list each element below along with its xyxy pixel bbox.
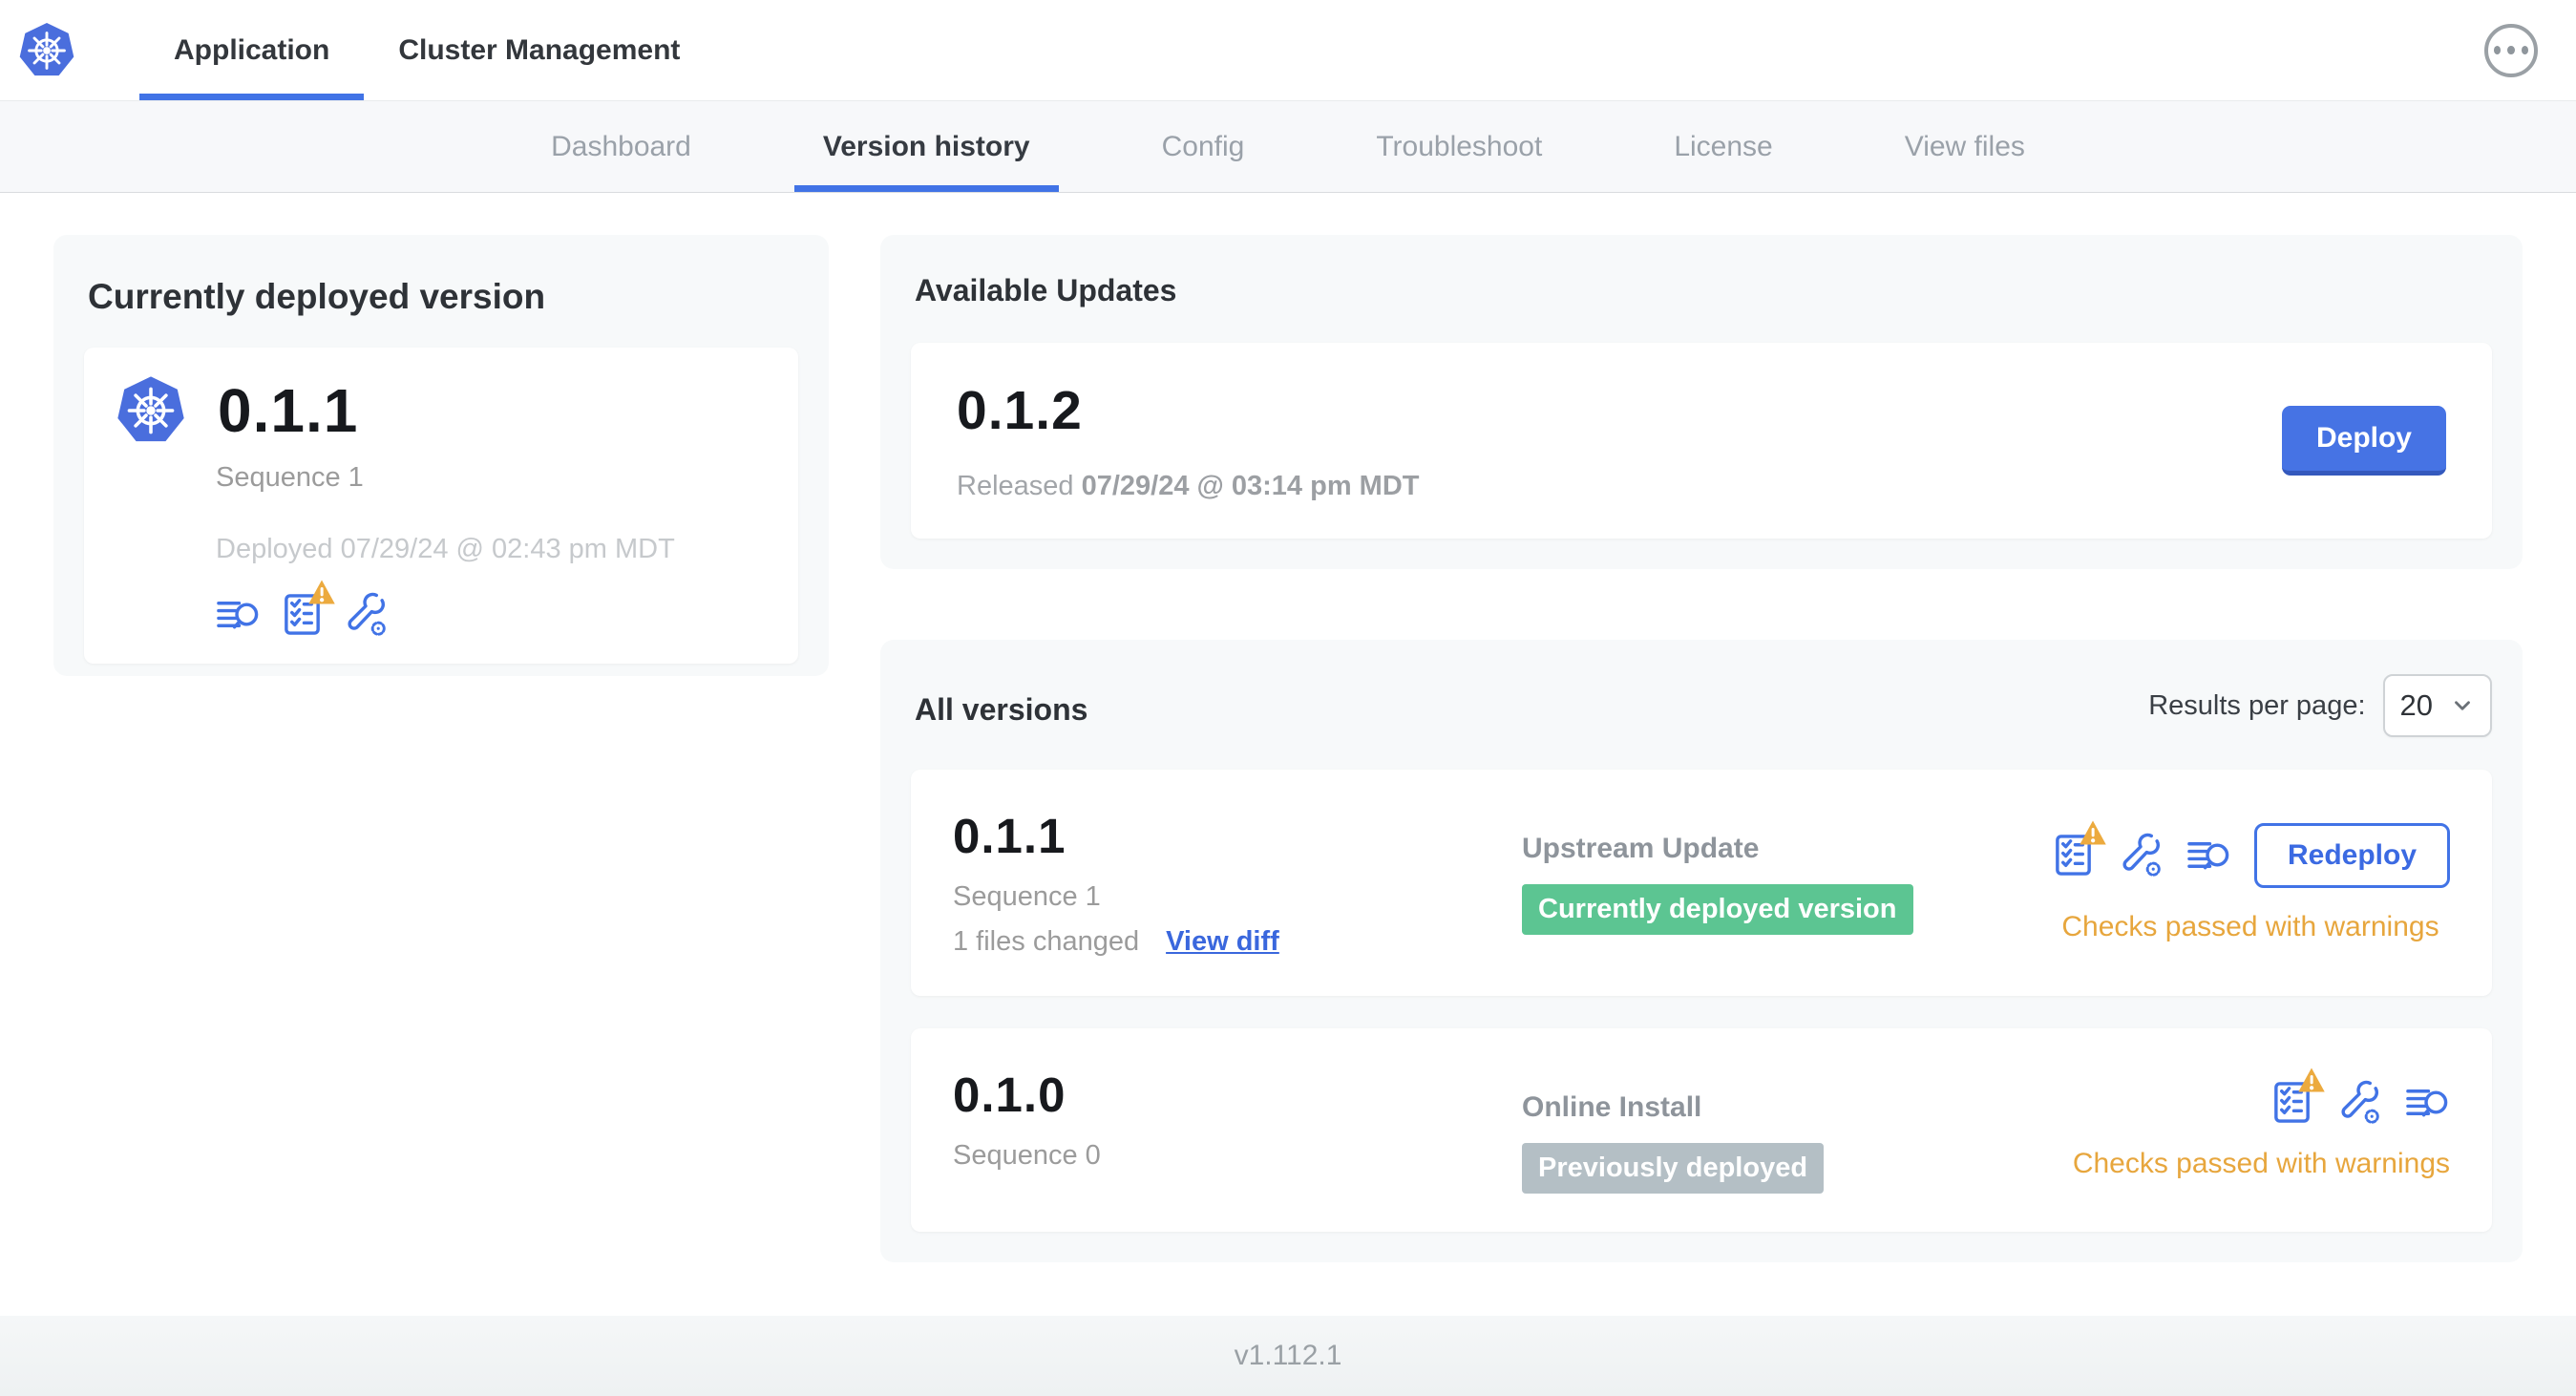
tab-config[interactable]: Config xyxy=(1133,101,1274,192)
header-tabs: Application Cluster Management xyxy=(139,0,714,100)
warning-triangle-icon xyxy=(2298,1068,2325,1092)
main-content: Currently deployed version 0.1.1 Sequenc… xyxy=(0,193,2576,1262)
current-version-sequence: Sequence 1 xyxy=(216,462,364,493)
currently-deployed-panel: Currently deployed version 0.1.1 Sequenc… xyxy=(53,235,829,676)
row-sequence: Sequence 0 xyxy=(953,1140,1101,1171)
preflight-checks-warning-icon[interactable] xyxy=(2270,1068,2325,1125)
currently-deployed-card: 0.1.1 Sequence 1 Deployed 07/29/24 @ 02:… xyxy=(84,348,798,664)
all-versions-panel: All versions Results per page: 20 0.1.1 … xyxy=(880,640,2523,1262)
deploy-logs-icon[interactable] xyxy=(2186,833,2231,878)
tab-cluster-management[interactable]: Cluster Management xyxy=(364,0,714,100)
current-version-deployed-date: Deployed 07/29/24 @ 02:43 pm MDT xyxy=(216,534,675,564)
chevron-down-icon xyxy=(2455,701,2470,710)
edit-config-icon[interactable] xyxy=(344,592,389,637)
results-per-page-label: Results per page: xyxy=(2148,689,2366,721)
row-source-label: Upstream Update xyxy=(1522,833,1760,864)
current-version-actions xyxy=(216,580,768,637)
preflight-checks-warning-icon[interactable] xyxy=(2051,820,2106,878)
version-row-0-1-0: 0.1.0 Sequence 0 Online Install Previous… xyxy=(911,1028,2492,1232)
row-source-label: Online Install xyxy=(1522,1091,1702,1123)
currently-deployed-title: Currently deployed version xyxy=(88,277,546,316)
available-updates-title: Available Updates xyxy=(915,273,1177,307)
deploy-logs-icon[interactable] xyxy=(2405,1080,2450,1125)
previously-deployed-badge: Previously deployed xyxy=(1522,1143,1825,1194)
available-updates-panel: Available Updates 0.1.2 Released 07/29/2… xyxy=(880,235,2523,569)
files-changed-label: 1 files changed xyxy=(953,926,1140,957)
header-spacer xyxy=(714,0,2484,100)
row-version-number: 0.1.1 xyxy=(953,809,1066,863)
app-footer: v1.112.1 xyxy=(0,1316,2576,1396)
row-actions: Redeploy Checks passed with warnings xyxy=(2051,820,2450,943)
edit-config-icon[interactable] xyxy=(2337,1080,2382,1125)
top-header: Application Cluster Management xyxy=(0,0,2576,101)
results-per-page-select[interactable]: 20 xyxy=(2382,674,2492,737)
app-logo xyxy=(17,0,76,100)
row-version-number: 0.1.0 xyxy=(953,1068,1066,1122)
kubernetes-logo-icon xyxy=(19,22,74,75)
row-sequence: Sequence 1 xyxy=(953,881,1101,912)
deploy-logs-icon[interactable] xyxy=(216,592,261,637)
redeploy-button[interactable]: Redeploy xyxy=(2253,822,2450,888)
update-version-number: 0.1.2 xyxy=(957,380,1083,441)
row-actions: Checks passed with warnings xyxy=(2072,1068,2450,1180)
tab-troubleshoot[interactable]: Troubleshoot xyxy=(1347,101,1571,192)
all-versions-title: All versions xyxy=(915,691,1088,727)
console-version: v1.112.1 xyxy=(1234,1340,1342,1371)
tab-license[interactable]: License xyxy=(1645,101,1801,192)
current-version-number: 0.1.1 xyxy=(218,376,359,445)
edit-config-icon[interactable] xyxy=(2119,833,2164,878)
warning-triangle-icon xyxy=(308,580,335,604)
tab-version-history[interactable]: Version history xyxy=(793,101,1059,192)
preflight-status-text: Checks passed with warnings xyxy=(2072,1148,2450,1179)
preflight-checks-warning-icon[interactable] xyxy=(280,580,335,637)
available-update-card: 0.1.2 Released 07/29/24 @ 03:14 pm MDT D… xyxy=(911,343,2492,539)
preflight-status-text: Checks passed with warnings xyxy=(2061,910,2439,942)
update-released-date: Released 07/29/24 @ 03:14 pm MDT xyxy=(957,471,1419,502)
currently-deployed-badge: Currently deployed version xyxy=(1522,884,1913,935)
kubernetes-app-icon xyxy=(117,376,184,442)
warning-triangle-icon xyxy=(2080,820,2106,845)
results-per-page-value: 20 xyxy=(2399,688,2433,722)
ellipsis-menu-icon[interactable] xyxy=(2484,23,2538,77)
app-subnav: Dashboard Version history Config Trouble… xyxy=(0,101,2576,193)
deploy-button[interactable]: Deploy xyxy=(2281,406,2446,476)
version-row-0-1-1: 0.1.1 Sequence 1 1 files changed View di… xyxy=(911,770,2492,996)
tab-dashboard[interactable]: Dashboard xyxy=(522,101,720,192)
tab-view-files[interactable]: View files xyxy=(1876,101,2054,192)
released-date-value: 07/29/24 @ 03:14 pm MDT xyxy=(1081,471,1420,501)
tab-application[interactable]: Application xyxy=(139,0,365,100)
released-label: Released xyxy=(957,471,1074,501)
view-diff-link[interactable]: View diff xyxy=(1166,926,1279,958)
right-column: Available Updates 0.1.2 Released 07/29/2… xyxy=(880,235,2523,1262)
